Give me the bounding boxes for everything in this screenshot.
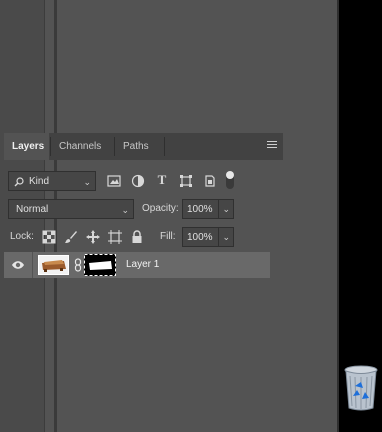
lock-position-icon[interactable] xyxy=(86,230,100,244)
filter-toggle-icon[interactable] xyxy=(225,170,235,190)
fill-input[interactable]: 100% xyxy=(182,227,218,247)
lock-row: Lock: Fill: 100% ⌄ xyxy=(4,227,283,247)
link-icon[interactable] xyxy=(74,258,82,272)
opacity-label: Opacity: xyxy=(142,203,179,214)
window-right-edge xyxy=(337,0,339,432)
chevron-down-icon: ⌄ xyxy=(222,232,230,242)
eye-icon[interactable] xyxy=(11,259,25,271)
chevron-down-icon: ⌄ xyxy=(121,205,129,215)
blend-mode-value: Normal xyxy=(16,204,49,215)
tab-paths[interactable]: Paths xyxy=(115,133,157,160)
upper-panel-area xyxy=(58,0,338,130)
layers-panel-tabbar: Layers Channels Paths xyxy=(4,133,283,160)
chevron-down-icon: ⌄ xyxy=(222,204,230,214)
opacity-input[interactable]: 100% xyxy=(182,199,218,219)
layer-row[interactable]: Layer 1 xyxy=(4,252,270,278)
blend-row: Normal ⌄ Opacity: 100% ⌄ xyxy=(4,199,283,219)
recycle-bin-icon[interactable] xyxy=(343,364,379,412)
layer-mask-thumbnail[interactable] xyxy=(84,254,116,276)
smart-object-filter-icon[interactable] xyxy=(203,174,217,188)
lock-artboard-icon[interactable] xyxy=(108,230,122,244)
tab-channels[interactable]: Channels xyxy=(51,133,109,160)
pixel-layer-filter-icon[interactable] xyxy=(107,174,121,188)
layer-name[interactable]: Layer 1 xyxy=(126,252,159,278)
lock-transparent-pixels-icon[interactable] xyxy=(42,230,56,244)
lock-image-pixels-icon[interactable] xyxy=(64,230,78,244)
tab-divider xyxy=(164,137,165,156)
search-icon xyxy=(14,177,24,187)
fill-dropdown[interactable]: ⌄ xyxy=(218,227,234,247)
tab-layers[interactable]: Layers xyxy=(4,133,49,160)
adjustment-layer-filter-icon[interactable] xyxy=(131,174,145,188)
layer-filter-row: Kind ⌄ T xyxy=(4,170,283,192)
fill-label: Fill: xyxy=(160,231,176,242)
shape-layer-filter-icon[interactable] xyxy=(179,174,193,188)
lock-all-icon[interactable] xyxy=(130,230,144,244)
opacity-dropdown[interactable]: ⌄ xyxy=(218,199,234,219)
type-layer-filter-icon[interactable]: T xyxy=(155,173,169,187)
layer-thumbnail[interactable] xyxy=(38,255,69,275)
lock-label: Lock: xyxy=(10,231,34,242)
filter-kind-label: Kind xyxy=(29,176,50,187)
panel-menu-icon[interactable] xyxy=(267,141,277,151)
filter-kind-select[interactable]: Kind ⌄ xyxy=(8,171,96,191)
layer-row-divider xyxy=(32,252,33,278)
chevron-down-icon: ⌄ xyxy=(83,177,91,187)
blend-mode-select[interactable]: Normal ⌄ xyxy=(8,199,134,219)
